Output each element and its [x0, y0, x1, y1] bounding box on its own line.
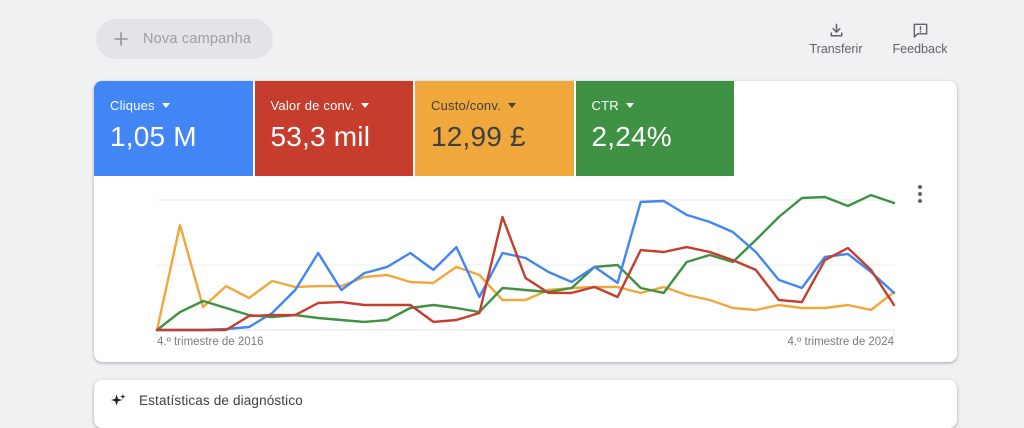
download-label: Transferir	[809, 42, 863, 56]
download-button[interactable]: Transferir	[808, 21, 864, 56]
metric-tile-cliques[interactable]: Cliques 1,05 M	[94, 81, 253, 176]
metric-label: Valor de conv.	[270, 98, 355, 113]
series-ctr	[155, 193, 896, 332]
feedback-button[interactable]: Feedback	[892, 21, 948, 56]
chevron-down-icon	[161, 103, 170, 108]
plus-icon	[114, 32, 128, 46]
chevron-down-icon	[625, 103, 634, 108]
chevron-down-icon	[361, 103, 370, 108]
metric-tile-ctr[interactable]: CTR 2,24%	[575, 81, 734, 176]
metric-label: CTR	[591, 98, 619, 113]
metric-tiles: Cliques 1,05 M Valor de conv. 53,3 mil C…	[94, 81, 734, 176]
metric-value: 53,3 mil	[270, 121, 371, 152]
toolbar-right: Transferir Feedback	[808, 21, 948, 56]
sparkle-icon	[110, 393, 126, 406]
metric-value: 12,99 £	[431, 121, 526, 152]
new-campaign-button[interactable]: Nova campanha	[96, 19, 274, 59]
metric-tile-custo-conv[interactable]: Custo/conv. 12,99 £	[415, 81, 574, 176]
metric-label: Cliques	[110, 98, 155, 113]
metric-label: Custo/conv.	[431, 98, 501, 113]
metric-value: 1,05 M	[110, 121, 197, 152]
x-axis-end-label: 4.º trimestre de 2024	[787, 336, 894, 348]
diagnostics-title: Estatísticas de diagnóstico	[139, 393, 303, 408]
diagnostics-card-header[interactable]: Estatísticas de diagnóstico	[94, 380, 957, 410]
chevron-down-icon	[507, 103, 516, 108]
feedback-icon	[913, 23, 927, 38]
download-icon	[830, 23, 842, 37]
new-campaign-label: Nova campanha	[143, 31, 252, 47]
series-valor-de-conv-	[155, 215, 896, 332]
performance-chart-card: Cliques 1,05 M Valor de conv. 53,3 mil C…	[94, 81, 957, 362]
x-axis-start-label: 4.º trimestre de 2016	[157, 336, 264, 348]
diagnostics-card: Estatísticas de diagnóstico	[94, 380, 957, 428]
overflow-menu-button[interactable]	[911, 180, 929, 208]
metric-tile-valor-de-conv[interactable]: Valor de conv. 53,3 mil	[254, 81, 413, 176]
feedback-label: Feedback	[892, 42, 948, 56]
metric-value: 2,24%	[591, 121, 672, 152]
